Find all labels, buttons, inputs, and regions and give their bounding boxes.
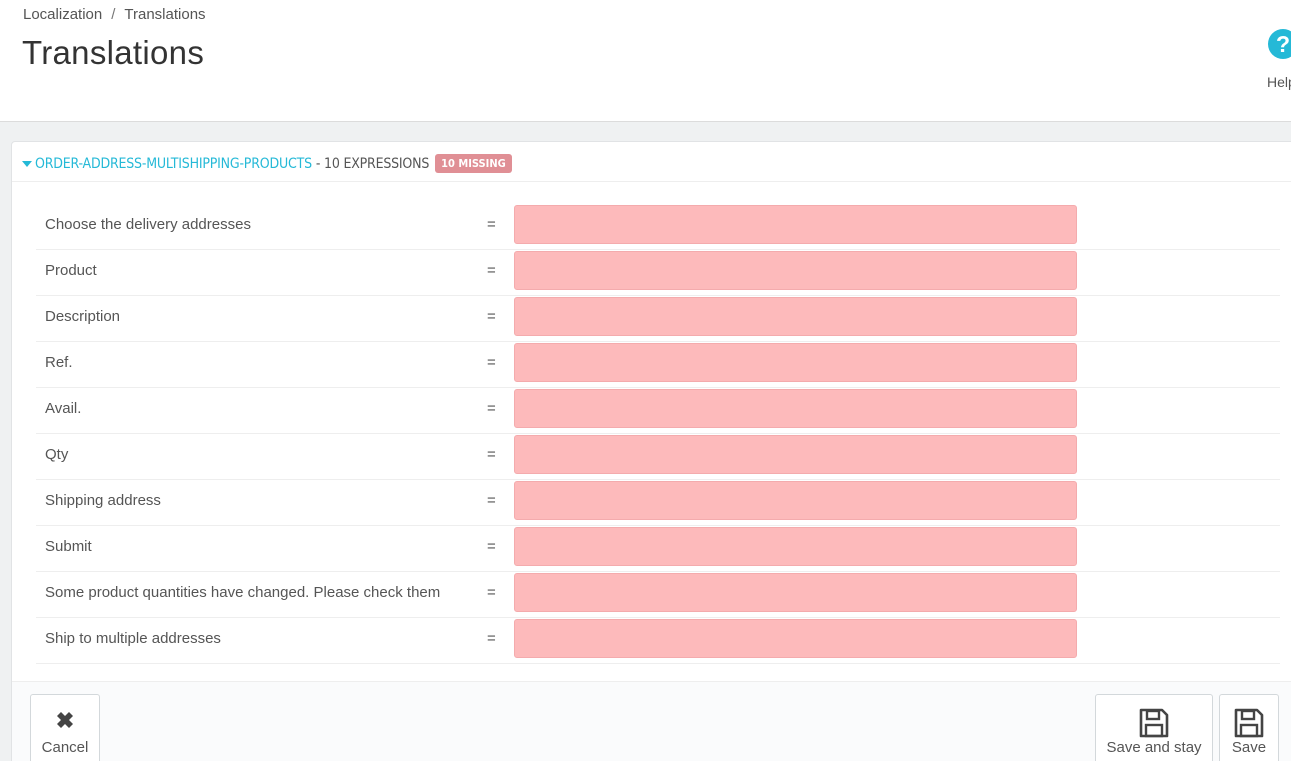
translation-input[interactable] [514, 297, 1077, 336]
page-header: Localization / Translations Translations ?… [0, 0, 1291, 122]
translation-row: Product = [36, 250, 1280, 296]
translation-row: Ship to multiple addresses = [36, 618, 1280, 664]
translation-input[interactable] [514, 619, 1077, 658]
translation-row: Some product quantities have changed. Pl… [36, 572, 1280, 618]
translation-input[interactable] [514, 343, 1077, 382]
category-toggle[interactable]: ORDER-ADDRESS-MULTISHIPPING-PRODUCTS - 1… [22, 154, 512, 173]
translation-row: Description = [36, 296, 1280, 342]
translation-row: Shipping address = [36, 480, 1280, 526]
breadcrumb-translations[interactable]: Translations [124, 6, 205, 23]
page-title: Translations [22, 34, 205, 71]
translation-row: Submit = [36, 526, 1280, 572]
source-expression: Product [45, 262, 97, 279]
panel-heading: ORDER-ADDRESS-MULTISHIPPING-PRODUCTS - 1… [12, 142, 1291, 182]
save-and-stay-label: Save and stay [1106, 739, 1202, 756]
category-name: ORDER-ADDRESS-MULTISHIPPING-PRODUCTS [35, 156, 312, 172]
help-icon: ? [1268, 29, 1291, 59]
equals-sign: = [487, 216, 496, 233]
source-expression: Avail. [45, 400, 82, 417]
translation-input[interactable] [514, 389, 1077, 428]
missing-badge: 10 MISSING [435, 154, 512, 173]
translation-input[interactable] [514, 527, 1077, 566]
breadcrumb-localization[interactable]: Localization [23, 6, 102, 23]
equals-sign: = [487, 446, 496, 463]
source-expression: Choose the delivery addresses [45, 216, 251, 233]
translation-input[interactable] [514, 481, 1077, 520]
translation-input[interactable] [514, 251, 1077, 290]
source-expression: Submit [45, 538, 92, 555]
cancel-label: Cancel [41, 739, 89, 756]
help-label: Help [1267, 74, 1291, 90]
breadcrumb-separator: / [111, 6, 116, 23]
equals-sign: = [487, 492, 496, 509]
equals-sign: = [487, 538, 496, 555]
cancel-button[interactable]: Cancel [30, 694, 100, 761]
source-expression: Description [45, 308, 121, 325]
source-expression: Shipping address [45, 492, 161, 509]
close-icon [52, 707, 78, 738]
translations-panel: ORDER-ADDRESS-MULTISHIPPING-PRODUCTS - 1… [11, 141, 1291, 761]
save-and-stay-button[interactable]: Save and stay [1095, 694, 1213, 761]
equals-sign: = [487, 262, 496, 279]
source-expression: Some product quantities have changed. Pl… [45, 584, 441, 601]
help-button[interactable]: ? Help [1262, 26, 1291, 96]
source-expression: Ref. [45, 354, 73, 371]
equals-sign: = [487, 354, 496, 371]
save-button[interactable]: Save [1219, 694, 1279, 761]
translation-input[interactable] [514, 573, 1077, 612]
translation-input[interactable] [514, 205, 1077, 244]
caret-down-icon [22, 161, 32, 167]
translation-row: Avail. = [36, 388, 1280, 434]
equals-sign: = [487, 400, 496, 417]
translation-input[interactable] [514, 435, 1077, 474]
translation-row: Ref. = [36, 342, 1280, 388]
expression-count: - 10 EXPRESSIONS [315, 156, 430, 172]
source-expression: Ship to multiple addresses [45, 630, 221, 647]
equals-sign: = [487, 584, 496, 601]
breadcrumb: Localization / Translations [23, 6, 206, 23]
equals-sign: = [487, 630, 496, 647]
save-label: Save [1231, 739, 1267, 756]
equals-sign: = [487, 308, 496, 325]
translation-row: Qty = [36, 434, 1280, 480]
translation-rows: Choose the delivery addresses = Product = De… [36, 204, 1280, 664]
source-expression: Qty [45, 446, 69, 463]
panel-footer: Cancel Save and stay Save [12, 681, 1291, 761]
translation-row: Choose the delivery addresses = [36, 204, 1280, 250]
